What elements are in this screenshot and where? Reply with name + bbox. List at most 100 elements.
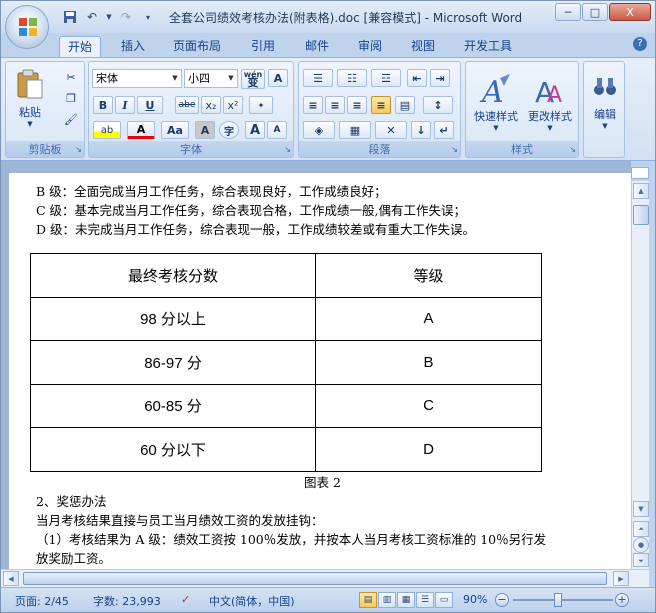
zoom-slider-thumb[interactable] xyxy=(554,593,562,607)
zoom-out-icon[interactable]: − xyxy=(495,593,509,607)
align-left-button[interactable]: ≡ xyxy=(303,96,323,114)
scroll-up-icon[interactable]: ▲ xyxy=(633,183,649,199)
previous-page-icon[interactable]: ⏶ xyxy=(633,521,649,537)
shading-button[interactable]: ◈ xyxy=(303,121,335,139)
align-right-button[interactable]: ≡ xyxy=(347,96,367,114)
word-window: ↶ ▼ ↷ ▾ 全套公司绩效考核办法(附表格).doc [兼容模式] - Mic… xyxy=(0,0,656,613)
table-cell: D xyxy=(315,427,542,472)
bullets-button[interactable]: ☰ xyxy=(303,69,333,87)
full-screen-reading-view-button[interactable]: ▥ xyxy=(378,592,396,608)
strikethrough-button[interactable]: abe xyxy=(175,96,199,114)
browse-object-icon[interactable]: ● xyxy=(633,537,649,553)
styles-launcher-icon[interactable]: ↘ xyxy=(569,145,576,154)
undo-dropdown-icon[interactable]: ▼ xyxy=(105,9,113,25)
bold-button[interactable]: B xyxy=(93,96,113,114)
chinese-layout-button[interactable]: ✕ xyxy=(375,121,407,139)
change-styles-button[interactable]: AA 更改样式 ▼ xyxy=(524,66,576,138)
table-cell: 86-97 分 xyxy=(30,340,316,385)
borders-button[interactable]: ▦ xyxy=(339,121,371,139)
superscript-button[interactable]: x² xyxy=(223,96,243,114)
clipboard-launcher-icon[interactable]: ↘ xyxy=(75,145,82,154)
phonetic-guide-button[interactable]: wén 变 xyxy=(241,69,265,89)
vertical-scroll-thumb[interactable] xyxy=(633,205,649,225)
tab-page-layout[interactable]: 页面布局 xyxy=(165,36,229,57)
tab-developer[interactable]: 开发工具 xyxy=(456,36,520,57)
print-layout-view-button[interactable]: ▤ xyxy=(359,592,377,608)
grow-font-button[interactable]: A xyxy=(245,121,265,139)
next-page-icon[interactable]: ⏷ xyxy=(633,553,649,567)
horizontal-scrollbar[interactable]: ◀ ▶ xyxy=(1,569,649,587)
office-button[interactable] xyxy=(5,5,49,49)
table-cell: A xyxy=(315,296,542,341)
copy-icon[interactable]: ❐ xyxy=(62,89,80,107)
redo-icon[interactable]: ↷ xyxy=(117,9,135,25)
shrink-font-button[interactable]: A xyxy=(267,121,287,139)
justify-button[interactable]: ≡ xyxy=(371,96,391,114)
paragraph-launcher-icon[interactable]: ↘ xyxy=(451,145,458,154)
line-spacing-button[interactable]: ↕ xyxy=(423,96,453,114)
proofing-icon[interactable]: ✓ xyxy=(181,593,190,606)
sort-button[interactable]: ↓ xyxy=(411,121,431,139)
language-indicator[interactable]: 中文(简体，中国) xyxy=(209,593,295,609)
italic-button[interactable]: I xyxy=(115,96,135,114)
clear-formatting-button[interactable]: ✦ xyxy=(249,96,273,114)
scroll-right-icon[interactable]: ▶ xyxy=(613,571,629,586)
outline-view-button[interactable]: ☰ xyxy=(416,592,434,608)
subscript-button[interactable]: x₂ xyxy=(201,96,221,114)
format-painter-icon[interactable]: 🖌 xyxy=(62,110,80,128)
zoom-slider[interactable] xyxy=(513,599,613,601)
grade-table[interactable]: 最终考核分数 等级 98 分以上 A 86-97 分 B 60-85 分 C 6… xyxy=(30,253,542,472)
paste-button[interactable]: 粘贴 ▼ xyxy=(12,66,48,130)
view-ruler-button[interactable] xyxy=(631,167,649,179)
table-cell: 60 分以下 xyxy=(30,427,316,472)
editing-button[interactable]: 编辑 ▼ xyxy=(586,66,624,138)
enclose-characters-button[interactable]: 字 xyxy=(219,121,239,139)
show-marks-button[interactable]: ↵ xyxy=(434,121,454,139)
numbering-button[interactable]: ☷ xyxy=(337,69,367,87)
scroll-left-icon[interactable]: ◀ xyxy=(3,571,19,586)
font-size-combo[interactable]: 小四 ▼ xyxy=(184,69,238,88)
distributed-button[interactable]: ▤ xyxy=(395,96,415,114)
quick-styles-button[interactable]: A 快速样式 ▼ xyxy=(470,66,522,138)
align-center-button[interactable]: ≡ xyxy=(325,96,345,114)
underline-button[interactable]: U xyxy=(137,96,163,114)
draft-view-button[interactable]: ▭ xyxy=(435,592,453,608)
font-color-button[interactable]: A xyxy=(127,121,155,139)
minimize-button[interactable]: ─ xyxy=(555,3,581,21)
title-bar: ↶ ▼ ↷ ▾ 全套公司绩效考核办法(附表格).doc [兼容模式] - Mic… xyxy=(1,1,655,33)
undo-icon[interactable]: ↶ xyxy=(83,9,101,25)
table-row: 60-85 分 C xyxy=(30,383,542,428)
ribbon: 粘贴 ▼ ✂ ❐ 🖌 剪贴板 ↘ 宋体 ▼ 小四 ▼ wén 变 A B I U abe… xyxy=(1,57,655,161)
highlight-button[interactable]: ab xyxy=(93,121,121,139)
help-icon[interactable]: ? xyxy=(633,37,647,51)
change-case-button[interactable]: Aa xyxy=(161,121,189,139)
document-page[interactable]: B 级：全面完成当月工作任务，综合表现良好，工作成绩良好； C 级：基本完成当月… xyxy=(9,173,631,569)
zoom-level[interactable]: 90% xyxy=(463,593,487,606)
tab-references[interactable]: 引用 xyxy=(243,36,283,57)
multilevel-list-button[interactable]: ☲ xyxy=(371,69,401,87)
font-name-combo[interactable]: 宋体 ▼ xyxy=(92,69,182,88)
tab-mailings[interactable]: 邮件 xyxy=(297,36,337,57)
zoom-in-icon[interactable]: + xyxy=(615,593,629,607)
document-area[interactable]: B 级：全面完成当月工作任务，综合表现良好，工作成绩良好； C 级：基本完成当月… xyxy=(1,161,631,569)
word-count[interactable]: 字数: 23,993 xyxy=(93,593,161,609)
character-border-button[interactable]: A xyxy=(268,69,288,87)
tab-home[interactable]: 开始 xyxy=(59,36,102,57)
customize-qat-icon[interactable]: ▾ xyxy=(139,9,157,25)
tab-view[interactable]: 视图 xyxy=(403,36,443,57)
tab-review[interactable]: 审阅 xyxy=(350,36,390,57)
page-count[interactable]: 页面: 2/45 xyxy=(15,593,69,609)
restore-button[interactable]: □ xyxy=(582,3,608,21)
cut-icon[interactable]: ✂ xyxy=(62,68,80,86)
tab-insert[interactable]: 插入 xyxy=(113,36,153,57)
horizontal-scroll-thumb[interactable] xyxy=(23,572,607,585)
scroll-down-icon[interactable]: ▼ xyxy=(633,501,649,517)
save-icon[interactable] xyxy=(61,9,79,25)
close-button[interactable]: X xyxy=(609,3,651,21)
vertical-scrollbar[interactable]: ▲ ▼ ⏶ ● ⏷ xyxy=(631,181,649,569)
decrease-indent-button[interactable]: ⇤ xyxy=(407,69,427,87)
character-shading-button[interactable]: A xyxy=(195,121,215,139)
web-layout-view-button[interactable]: ▦ xyxy=(397,592,415,608)
font-launcher-icon[interactable]: ↘ xyxy=(284,145,291,154)
increase-indent-button[interactable]: ⇥ xyxy=(430,69,450,87)
